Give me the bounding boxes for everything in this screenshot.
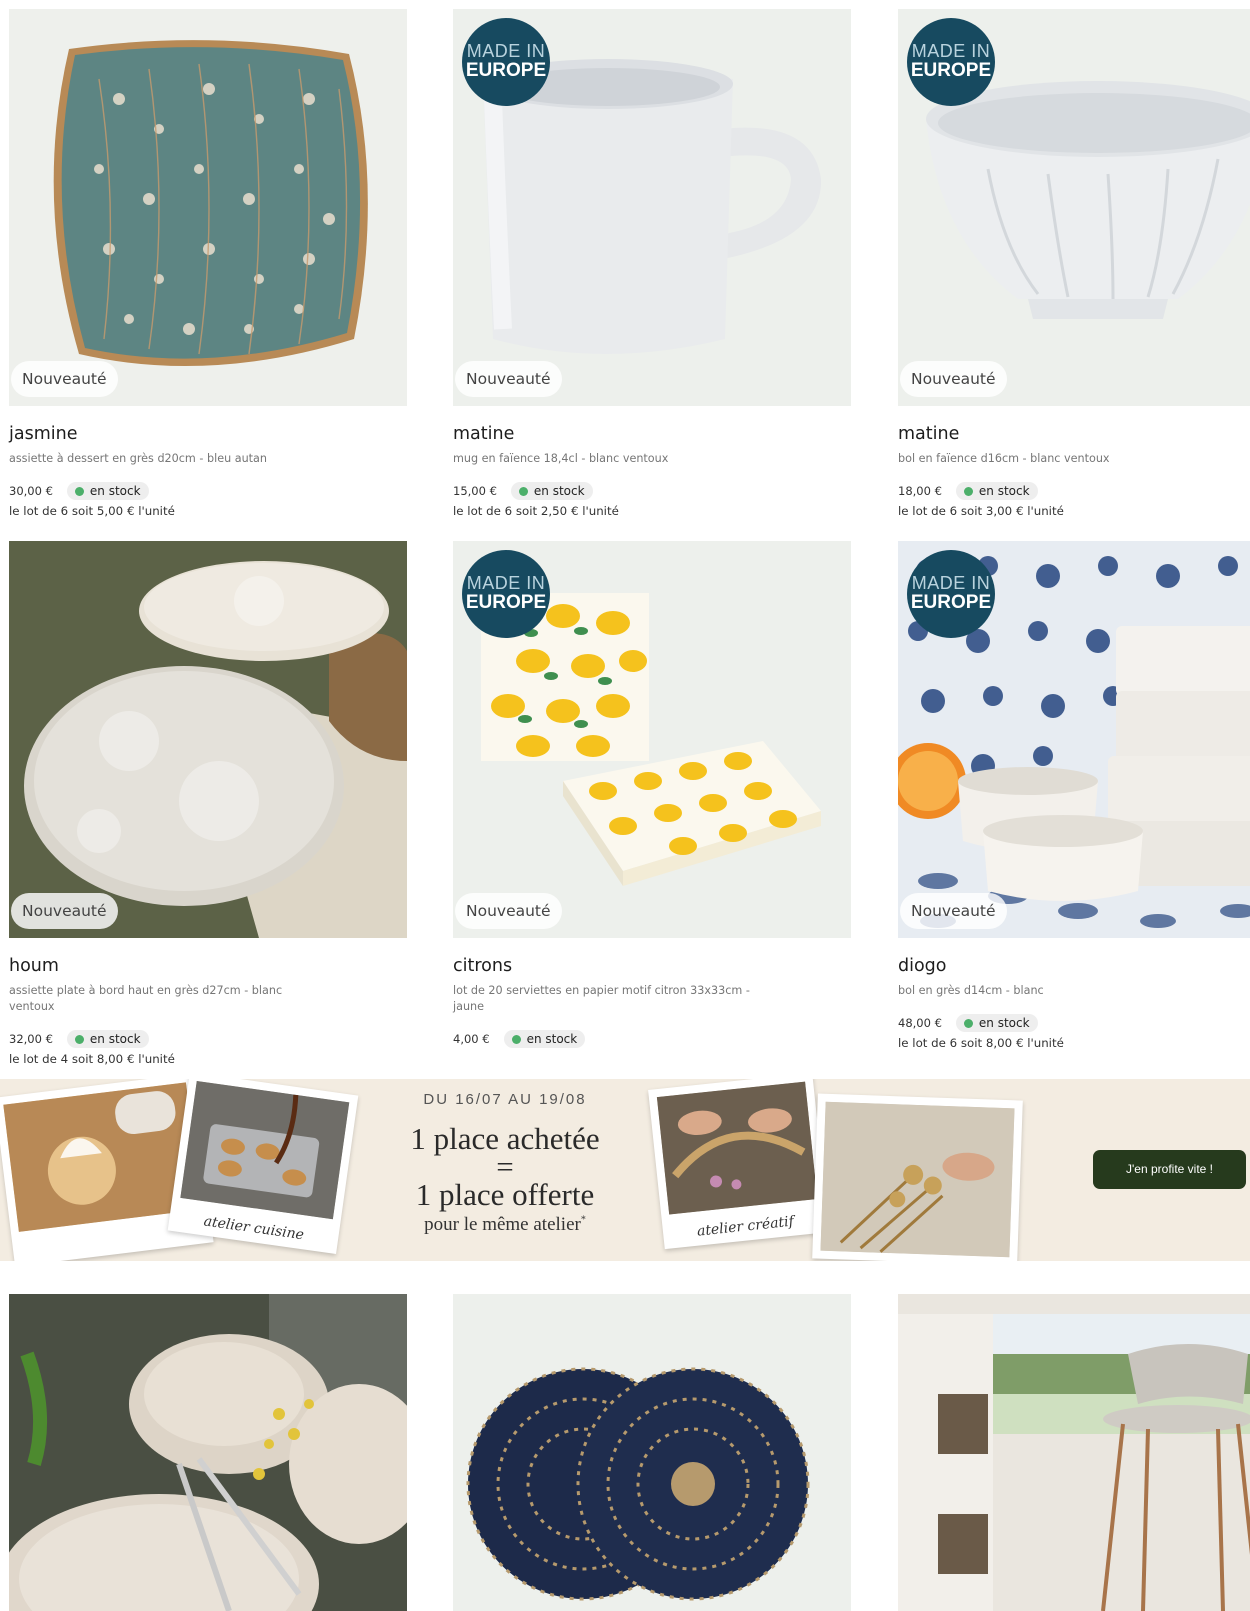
lot-info: le lot de 6 soit 8,00 € l'unité bbox=[898, 1036, 1064, 1050]
stock-label: en stock bbox=[89, 1032, 141, 1046]
stock-dot-icon bbox=[963, 486, 973, 496]
product-card-matine-mug[interactable]: MADE IN EUROPE Nouveauté matine mug en fa… bbox=[453, 9, 851, 518]
plates-table-image bbox=[9, 541, 407, 938]
product-image[interactable]: Nouveauté bbox=[9, 541, 407, 938]
product-description: assiette à dessert en grès d20cm - bleu … bbox=[9, 452, 268, 465]
photo-atelier-creatif: atelier créatif bbox=[648, 1079, 829, 1250]
product-card-matine-bowl[interactable]: MADE IN EUROPE Nouveauté matine bol en fa… bbox=[898, 9, 1250, 518]
new-badge: Nouveauté bbox=[11, 893, 118, 929]
product-price: 30,00 € bbox=[9, 484, 53, 498]
stock-label: en stock bbox=[533, 484, 585, 498]
workshop-promo-banner[interactable]: atelier cuisine DU 16/07 AU 19/08 1 plac… bbox=[0, 1079, 1250, 1261]
product-card-citrons[interactable]: MADE IN EUROPE Nouveauté citrons lot de 2… bbox=[453, 541, 851, 1049]
product-image[interactable] bbox=[453, 1294, 851, 1611]
stock-label: en stock bbox=[89, 484, 141, 498]
stock-label: en stock bbox=[978, 1016, 1030, 1030]
lot-info: le lot de 6 soit 3,00 € l'unité bbox=[898, 504, 1064, 518]
product-image[interactable]: Nouveauté bbox=[9, 9, 407, 406]
stock-badge: en stock bbox=[955, 1014, 1038, 1032]
promo-dates: DU 16/07 AU 19/08 bbox=[423, 1091, 587, 1108]
new-badge: Nouveauté bbox=[455, 893, 562, 929]
stock-label: en stock bbox=[978, 484, 1030, 498]
new-badge: Nouveauté bbox=[900, 893, 1007, 929]
made-in-europe-badge: MADE IN EUROPE bbox=[462, 18, 550, 106]
lot-info: le lot de 6 soit 5,00 € l'unité bbox=[9, 504, 175, 518]
stock-badge: en stock bbox=[66, 482, 149, 500]
stock-badge: en stock bbox=[510, 482, 593, 500]
product-price: 15,00 € bbox=[453, 484, 497, 498]
product-description: lot de 20 serviettes en papier motif cit… bbox=[453, 984, 750, 1013]
new-badge: Nouveauté bbox=[900, 361, 1007, 397]
lot-info: le lot de 4 soit 8,00 € l'unité bbox=[9, 1052, 175, 1066]
product-card-row3-3[interactable] bbox=[898, 1294, 1250, 1611]
product-card-row3-1[interactable] bbox=[9, 1294, 407, 1611]
made-in-europe-badge: MADE IN EUROPE bbox=[462, 550, 550, 638]
product-description: bol en faïence d16cm - blanc ventoux bbox=[898, 452, 1110, 465]
stock-dot-icon bbox=[518, 486, 528, 496]
product-name[interactable]: matine bbox=[898, 424, 1250, 446]
product-description: mug en faïence 18,4cl - blanc ventoux bbox=[453, 452, 669, 465]
photo-atelier-cuisine: atelier cuisine bbox=[167, 1079, 359, 1255]
new-badge: Nouveauté bbox=[455, 361, 562, 397]
product-price: 4,00 € bbox=[453, 1032, 490, 1046]
product-description: assiette plate à bord haut en grès d27cm… bbox=[9, 984, 283, 1013]
product-name[interactable]: citrons bbox=[453, 956, 851, 978]
product-image[interactable] bbox=[9, 1294, 407, 1611]
product-card-row3-2[interactable] bbox=[453, 1294, 851, 1611]
plate-floral-image bbox=[9, 9, 407, 406]
product-price: 18,00 € bbox=[898, 484, 942, 498]
product-name[interactable]: jasmine bbox=[9, 424, 407, 446]
made-in-europe-badge: MADE IN EUROPE bbox=[907, 18, 995, 106]
product-description: bol en grès d14cm - blanc bbox=[898, 984, 1044, 997]
bar-stool-image bbox=[898, 1294, 1250, 1611]
product-image[interactable]: MADE IN EUROPE Nouveauté bbox=[898, 9, 1250, 406]
stock-badge: en stock bbox=[955, 482, 1038, 500]
stock-badge: en stock bbox=[503, 1030, 586, 1048]
lot-info: le lot de 6 soit 2,50 € l'unité bbox=[453, 504, 619, 518]
plates-cutlery-image bbox=[9, 1294, 407, 1611]
product-name[interactable]: diogo bbox=[898, 956, 1250, 978]
product-image[interactable] bbox=[898, 1294, 1250, 1611]
promo-line-3: pour le même atelier* bbox=[424, 1214, 586, 1235]
product-image[interactable]: MADE IN EUROPE Nouveauté bbox=[453, 9, 851, 406]
promo-line-2: 1 place offerte bbox=[415, 1177, 595, 1212]
product-image[interactable]: MADE IN EUROPE Nouveauté bbox=[898, 541, 1250, 938]
product-card-houm[interactable]: Nouveauté houm assiette plate à bord hau… bbox=[9, 541, 407, 1066]
product-card-diogo[interactable]: MADE IN EUROPE Nouveauté diogo bol en grè… bbox=[898, 541, 1250, 1050]
stock-dot-icon bbox=[74, 486, 84, 496]
new-badge: Nouveauté bbox=[11, 361, 118, 397]
product-price: 32,00 € bbox=[9, 1032, 53, 1046]
stock-label: en stock bbox=[526, 1032, 578, 1046]
stock-dot-icon bbox=[74, 1034, 84, 1044]
stock-dot-icon bbox=[963, 1018, 973, 1028]
made-in-europe-badge: MADE IN EUROPE bbox=[907, 550, 995, 638]
stock-dot-icon bbox=[511, 1034, 521, 1044]
placemats-image bbox=[453, 1294, 851, 1611]
product-price: 48,00 € bbox=[898, 1016, 942, 1030]
product-name[interactable]: matine bbox=[453, 424, 851, 446]
product-image[interactable]: MADE IN EUROPE Nouveauté bbox=[453, 541, 851, 938]
photo-dried-flowers bbox=[812, 1093, 1023, 1261]
caption-atelier-creatif: atelier créatif bbox=[696, 1213, 795, 1240]
product-card-jasmine[interactable]: Nouveauté jasmine assiette à dessert en … bbox=[9, 9, 407, 518]
stock-badge: en stock bbox=[66, 1030, 149, 1048]
promo-cta-button[interactable]: J'en profite vite ! bbox=[1093, 1150, 1246, 1189]
product-name[interactable]: houm bbox=[9, 956, 407, 978]
